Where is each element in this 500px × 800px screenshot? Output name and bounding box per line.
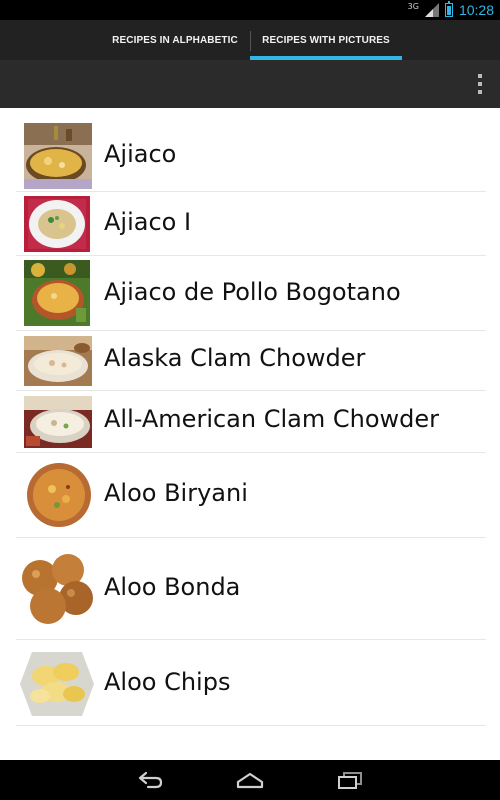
ajiaco-i-photo bbox=[24, 196, 90, 252]
alaska-clam-chowder-photo bbox=[24, 336, 92, 386]
overflow-menu-icon[interactable] bbox=[474, 74, 486, 94]
tab-recipes-alphabetic[interactable]: RECIPES IN ALPHABETIC bbox=[100, 20, 250, 60]
recipe-name: Alaska Clam Chowder bbox=[104, 344, 366, 372]
recipe-list[interactable]: Ajiaco Ajiaco I Ajiaco de Pollo Bogotano bbox=[0, 108, 500, 760]
tab-recipes-with-pictures[interactable]: RECIPES WITH PICTURES bbox=[250, 20, 402, 60]
list-item[interactable]: Aloo Chips bbox=[16, 640, 486, 726]
back-icon[interactable] bbox=[130, 765, 170, 795]
aloo-bonda-photo bbox=[16, 548, 98, 628]
recipe-name: All-American Clam Chowder bbox=[104, 405, 440, 433]
list-item[interactable]: All-American Clam Chowder bbox=[16, 391, 486, 453]
ajiaco-de-pollo-photo bbox=[24, 260, 90, 326]
signal-icon bbox=[424, 3, 439, 17]
aloo-chips-photo bbox=[18, 646, 96, 722]
battery-icon bbox=[444, 1, 453, 17]
list-item[interactable]: Ajiaco bbox=[16, 120, 486, 192]
aloo-biryani-photo bbox=[24, 461, 94, 529]
all-american-clam-chowder-photo bbox=[24, 396, 92, 448]
list-item[interactable]: Aloo Biryani bbox=[16, 453, 486, 538]
status-bar: 3G 10:28 bbox=[0, 0, 500, 20]
recipe-name: Aloo Chips bbox=[104, 668, 231, 696]
recipe-name: Ajiaco I bbox=[104, 208, 192, 236]
network-type: 3G bbox=[407, 1, 419, 11]
navigation-bar bbox=[0, 760, 500, 800]
recent-apps-icon[interactable] bbox=[330, 765, 370, 795]
ajiaco-photo bbox=[24, 123, 92, 189]
tab-strip: RECIPES IN ALPHABETIC RECIPES WITH PICTU… bbox=[0, 20, 500, 60]
clock: 10:28 bbox=[458, 2, 494, 18]
list-item[interactable]: Ajiaco de Pollo Bogotano bbox=[16, 256, 486, 331]
list-item[interactable]: Alaska Clam Chowder bbox=[16, 331, 486, 391]
recipe-name: Ajiaco de Pollo Bogotano bbox=[104, 278, 401, 306]
list-item[interactable]: Aloo Bonda bbox=[16, 538, 486, 640]
recipe-name: Ajiaco bbox=[104, 140, 177, 168]
recipe-name: Aloo Bonda bbox=[104, 573, 241, 601]
recipe-name: Aloo Biryani bbox=[104, 479, 248, 507]
list-item[interactable]: Ajiaco I bbox=[16, 192, 486, 256]
home-icon[interactable] bbox=[230, 765, 270, 795]
action-bar bbox=[0, 60, 500, 108]
